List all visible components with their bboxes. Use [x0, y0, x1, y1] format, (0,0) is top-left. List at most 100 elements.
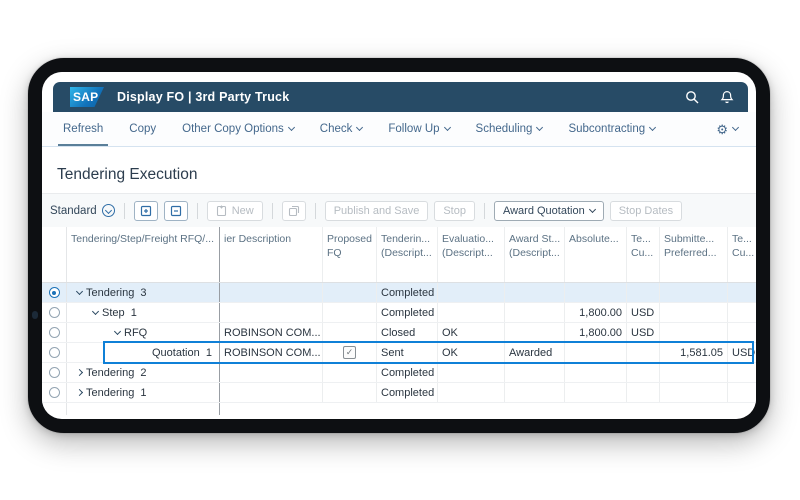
radio-unselected[interactable] — [49, 347, 60, 358]
column-header-currency-1[interactable]: Te...Cu... — [627, 227, 660, 282]
cell-proposed-fq — [323, 383, 377, 402]
cell-submitted — [660, 303, 728, 322]
tablet-camera-dot — [32, 311, 38, 319]
duplicate-button[interactable] — [282, 201, 306, 221]
shell-actions — [685, 90, 734, 104]
collapse-all-button[interactable] — [164, 201, 188, 221]
award-quotation-label: Award Quotation — [503, 205, 585, 217]
menu-label: Other Copy Options — [182, 123, 284, 135]
cell-proposed-fq — [323, 303, 377, 322]
column-header-description[interactable]: ier Description — [220, 227, 323, 282]
table-bottom-strip — [42, 403, 756, 415]
cell-proposed-fq — [323, 343, 377, 362]
menu-item-subcontracting[interactable]: Subcontracting — [568, 112, 655, 146]
table-row-tendering-3[interactable]: Tendering 3 Completed — [42, 283, 756, 303]
chevron-collapsed-icon[interactable] — [76, 369, 83, 376]
radio-unselected[interactable] — [49, 387, 60, 398]
cell-absolute: 1,800.00 — [565, 323, 627, 342]
menu-item-follow-up[interactable]: Follow Up — [388, 112, 449, 146]
award-quotation-button[interactable]: Award Quotation — [494, 201, 604, 221]
column-header-currency-2[interactable]: Te...Cu... — [728, 227, 756, 282]
radio-unselected[interactable] — [49, 307, 60, 318]
cell-tendering-status: Sent — [377, 343, 438, 362]
menu-label: Scheduling — [476, 123, 533, 135]
table-row-rfq[interactable]: RFQ ROBINSON COM... Closed OK 1,800.00 U… — [42, 323, 756, 343]
table-row-tendering-1[interactable]: Tendering 1 Completed — [42, 383, 756, 403]
tree-cell: Quotation 1 — [67, 343, 220, 362]
menu-label: Subcontracting — [568, 123, 645, 135]
cell-award-status — [505, 323, 565, 342]
column-header-submitted[interactable]: Submitte...Preferred... — [660, 227, 728, 282]
menu-item-copy[interactable]: Copy — [129, 112, 156, 146]
tablet-frame: SAP Display FO | 3rd Party Truck Refresh… — [28, 58, 770, 433]
column-label: Preferred... — [664, 246, 717, 260]
toolbar-separator — [484, 203, 485, 219]
cell-evaluation: OK — [438, 323, 505, 342]
column-header-evaluation[interactable]: Evaluatio...(Descript... — [438, 227, 505, 282]
checkbox-checked[interactable] — [343, 346, 356, 359]
new-button[interactable]: New — [207, 201, 263, 221]
radio-unselected[interactable] — [49, 327, 60, 338]
chevron-expanded-icon[interactable] — [114, 327, 121, 334]
table-row-step-1[interactable]: Step 1 Completed 1,800.00 USD — [42, 303, 756, 323]
cell-evaluation — [438, 383, 505, 402]
radio-selected[interactable] — [49, 287, 60, 298]
chevron-down-icon — [356, 124, 363, 131]
cell-absolute — [565, 343, 627, 362]
stop-button[interactable]: Stop — [434, 201, 475, 221]
menu-item-check[interactable]: Check — [320, 112, 363, 146]
cell-currency-2 — [728, 363, 756, 382]
row-select-cell — [42, 323, 67, 342]
cell-description — [220, 283, 323, 302]
cell-tendering-status: Completed — [377, 363, 438, 382]
column-header-absolute[interactable]: Absolute... — [565, 227, 627, 282]
bell-icon[interactable] — [720, 90, 734, 104]
expand-all-button[interactable] — [134, 201, 158, 221]
cell-award-status: Awarded — [505, 343, 565, 362]
table-header-row: Tendering/Step/Freight RFQ/... ier Descr… — [42, 227, 756, 283]
cell-currency-2 — [728, 323, 756, 342]
app-title: Display FO | 3rd Party Truck — [117, 90, 289, 104]
chevron-expanded-icon[interactable] — [92, 307, 99, 314]
column-label: Cu... — [732, 246, 754, 260]
menu-item-scheduling[interactable]: Scheduling — [476, 112, 543, 146]
column-header-tendering-status[interactable]: Tenderin...(Descript... — [377, 227, 438, 282]
column-label: Submitte... — [664, 232, 714, 246]
cell-award-status — [505, 283, 565, 302]
table-row-quotation-1[interactable]: Quotation 1 ROBINSON COM... Sent OK Awar… — [42, 343, 756, 363]
chevron-down-circle-icon — [102, 204, 115, 217]
chevron-collapsed-icon[interactable] — [76, 389, 83, 396]
menu-label: Check — [320, 123, 353, 135]
column-label: (Descript... — [381, 246, 432, 260]
cell-absolute — [565, 383, 627, 402]
column-label: (Descript... — [442, 246, 493, 260]
radio-unselected[interactable] — [49, 367, 60, 378]
sap-logo-text: SAP — [70, 90, 98, 104]
publish-and-save-button[interactable]: Publish and Save — [325, 201, 429, 221]
strip-cell — [67, 403, 220, 415]
row-select-cell — [42, 363, 67, 382]
column-header-tree[interactable]: Tendering/Step/Freight RFQ/... — [67, 227, 220, 282]
cell-award-status — [505, 303, 565, 322]
column-header-proposed-fq[interactable]: ProposedFQ — [323, 227, 377, 282]
column-header-award-status[interactable]: Award St...(Descript... — [505, 227, 565, 282]
search-icon[interactable] — [685, 90, 699, 104]
settings-gear-button[interactable]: ⚙ — [716, 112, 738, 146]
cell-currency-2 — [728, 303, 756, 322]
column-label: (Descript... — [509, 246, 560, 260]
chevron-expanded-icon[interactable] — [76, 287, 83, 294]
column-label: Tenderin... — [381, 232, 430, 246]
variant-selector[interactable]: Standard — [50, 204, 115, 217]
menu-item-refresh[interactable]: Refresh — [63, 112, 103, 146]
table-row-tendering-2[interactable]: Tendering 2 Completed — [42, 363, 756, 383]
cell-tendering-status: Completed — [377, 283, 438, 302]
collapse-all-icon — [169, 205, 182, 217]
column-label: FQ — [327, 246, 342, 260]
stop-dates-button[interactable]: Stop Dates — [610, 201, 682, 221]
menu-item-other-copy-options[interactable]: Other Copy Options — [182, 112, 294, 146]
variant-label: Standard — [50, 205, 97, 217]
cell-currency-1 — [627, 283, 660, 302]
toolbar-separator — [197, 203, 198, 219]
strip-cell — [42, 403, 67, 415]
stop-dates-label: Stop Dates — [619, 205, 673, 217]
